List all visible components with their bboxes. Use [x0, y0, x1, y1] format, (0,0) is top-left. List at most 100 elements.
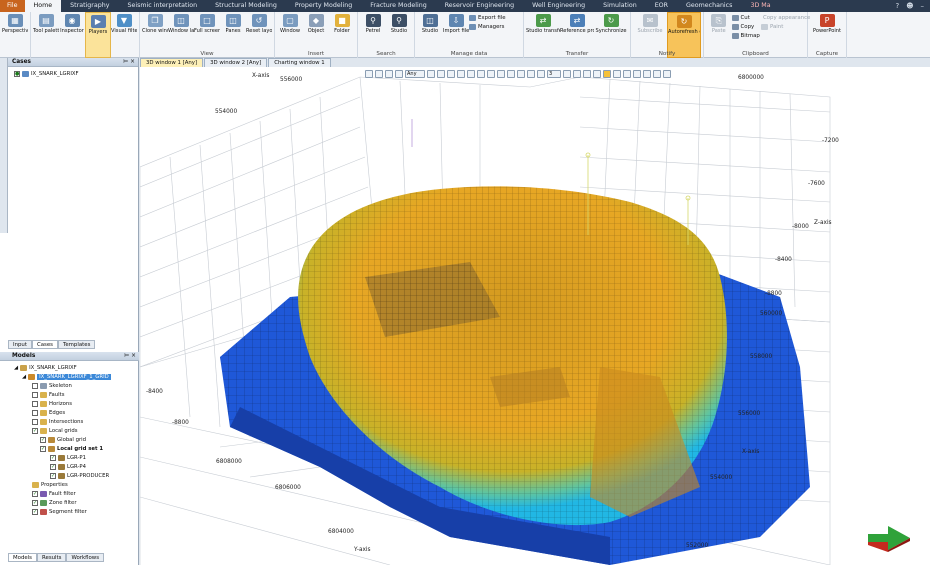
help-view-icon[interactable] — [663, 70, 671, 78]
copy-button[interactable]: Copy — [731, 23, 761, 31]
managers-button[interactable]: Managers — [469, 23, 521, 31]
light-icon[interactable] — [477, 70, 485, 78]
perspective-button[interactable]: ▦Perspective — [2, 12, 28, 58]
export-file-button[interactable]: Export file — [469, 14, 521, 22]
inspector-button[interactable]: ◉ Inspector — [59, 12, 85, 58]
tab-workflows[interactable]: Workflows — [66, 553, 105, 562]
play-icon[interactable] — [633, 70, 641, 78]
tab-structural-modeling[interactable]: Structural Modeling — [206, 0, 286, 12]
fit-icon[interactable] — [527, 70, 535, 78]
tree-horizons[interactable]: Horizons — [32, 399, 72, 408]
tab-3d-window-1[interactable]: 3D window 1 [Any] — [140, 58, 204, 67]
pin-icon[interactable]: ⊨ × — [123, 58, 135, 67]
tab-reservoir-engineering[interactable]: Reservoir Engineering — [436, 0, 523, 12]
case-item[interactable]: ● IX_SNARK_LGRIXF — [14, 69, 79, 78]
tab-property-modeling[interactable]: Property Modeling — [286, 0, 361, 12]
tab-file[interactable]: File — [0, 0, 25, 12]
side-strip[interactable] — [0, 58, 8, 233]
players-button[interactable]: ▶ Players — [85, 12, 111, 58]
tab-fracture-modeling[interactable]: Fracture Modeling — [361, 0, 436, 12]
measure-icon[interactable] — [497, 70, 505, 78]
home-view-icon[interactable] — [593, 70, 601, 78]
tree-segment-filter[interactable]: ✓ Segment filter — [32, 507, 87, 516]
highlight-icon[interactable] — [603, 70, 611, 78]
tab-3d-window-2[interactable]: 3D window 2 [Any] — [204, 58, 268, 67]
left-tabs: Input Cases Templates — [8, 340, 96, 349]
tab-cases[interactable]: Cases — [31, 340, 58, 349]
model-root[interactable]: ◢ IX_SNARK_LGRIXF — [14, 363, 77, 372]
north-icon[interactable] — [537, 70, 545, 78]
zoom-icon[interactable] — [385, 70, 393, 78]
tree-intersections[interactable]: Intersections — [32, 417, 83, 426]
object-icon: ◆ — [308, 14, 324, 27]
tab-seismic-interpretation[interactable]: Seismic interpretation — [118, 0, 206, 12]
tab-geomechanics[interactable]: Geomechanics — [677, 0, 741, 12]
pick-icon[interactable] — [375, 70, 383, 78]
axis-icon[interactable] — [487, 70, 495, 78]
select-icon[interactable] — [365, 70, 373, 78]
tree-faults[interactable]: Faults — [32, 390, 64, 399]
visual-filters-button[interactable]: ▼Visual filters — [111, 12, 137, 58]
expand-icon[interactable]: ◢ — [22, 374, 26, 380]
expand-icon[interactable]: ◢ — [14, 365, 18, 371]
x-axis-title: X-axis — [252, 73, 270, 79]
tree-local-grid-set[interactable]: ✓ Local grid set 1 — [40, 444, 103, 453]
tree-lgr-p1[interactable]: ✓ LGR-P1 — [50, 453, 86, 462]
zoom-in-icon[interactable] — [563, 70, 571, 78]
paint-button[interactable]: Paint — [761, 23, 805, 31]
tree-fault-filter[interactable]: ✓ Fault filter — [32, 489, 76, 498]
export-view-icon[interactable] — [653, 70, 661, 78]
rotate-icon[interactable] — [467, 70, 475, 78]
camera-icon[interactable] — [507, 70, 515, 78]
tab-results[interactable]: Results — [37, 553, 67, 562]
tree-local-grids[interactable]: ✓ Local grids — [32, 426, 78, 435]
paint-icon — [761, 24, 768, 30]
record-icon[interactable] — [623, 70, 631, 78]
scale-dropdown[interactable]: 3 — [547, 70, 561, 78]
group-view: ❐Clone window ◫Window layout □Full scree… — [140, 12, 275, 58]
minimize-icon[interactable]: – — [921, 2, 925, 10]
grid-item[interactable]: ◢ IX_SNARK_LGRIXF_1_GRID — [22, 372, 111, 381]
tree-global-grid[interactable]: ✓ Global grid — [40, 435, 86, 444]
subscribe-icon: ✉ — [642, 14, 658, 27]
help-icon[interactable]: ? — [895, 2, 899, 10]
tree-lgr-producer[interactable]: ✓ LGR-PRODUCER — [50, 471, 109, 480]
snapshot-icon[interactable] — [583, 70, 591, 78]
tab-templates[interactable]: Templates — [57, 340, 96, 349]
grid-toggle-icon[interactable] — [517, 70, 525, 78]
bitmap-button[interactable]: Bitmap — [731, 32, 761, 40]
stop-icon[interactable] — [643, 70, 651, 78]
view-front-icon[interactable] — [447, 70, 455, 78]
tab-simulation[interactable]: Simulation — [594, 0, 646, 12]
settings-icon[interactable] — [613, 70, 621, 78]
tab-3d-ma[interactable]: 3D Ma — [741, 0, 779, 12]
zoom-out-icon[interactable] — [573, 70, 581, 78]
filter-dropdown[interactable]: Any — [405, 70, 425, 78]
tab-models[interactable]: Models — [8, 553, 37, 562]
tab-stratigraphy[interactable]: Stratigraphy — [61, 0, 118, 12]
tool-palette-button[interactable]: ▤Tool palette — [33, 12, 59, 58]
view-side-icon[interactable] — [437, 70, 445, 78]
models-pin-icon[interactable]: ⊨ × — [124, 352, 136, 361]
pan-icon[interactable] — [395, 70, 403, 78]
tab-charting-window-1[interactable]: Charting window 1 — [268, 58, 331, 67]
user-icon[interactable]: ☻ — [906, 2, 913, 10]
tree-zone-filter[interactable]: ✓ Zone filter — [32, 498, 77, 507]
tab-eor[interactable]: EOR — [646, 0, 677, 12]
cut-button[interactable]: Cut — [731, 14, 761, 22]
case-radio[interactable]: ● — [14, 70, 20, 77]
tree-lgr-p4[interactable]: ✓ LGR-P4 — [50, 462, 86, 471]
tab-home[interactable]: Home — [24, 0, 62, 12]
tree-edges[interactable]: Edges — [32, 408, 65, 417]
tab-well-engineering[interactable]: Well Engineering — [523, 0, 594, 12]
palette-icon: ▤ — [38, 14, 54, 27]
tab-input[interactable]: Input — [8, 340, 32, 349]
tree-skeleton[interactable]: Skeleton — [32, 381, 72, 390]
z-tick: -8000 — [792, 224, 809, 230]
view-reset-icon[interactable] — [457, 70, 465, 78]
view-top-icon[interactable] — [427, 70, 435, 78]
3d-viewport[interactable]: X-axis 556000 554000 6800000 -7200 -7600… — [140, 67, 930, 565]
tree-properties[interactable]: Properties — [32, 480, 68, 489]
copy-appearance-button[interactable]: Copy appearance — [761, 14, 810, 22]
segment-filter-icon — [40, 508, 47, 515]
